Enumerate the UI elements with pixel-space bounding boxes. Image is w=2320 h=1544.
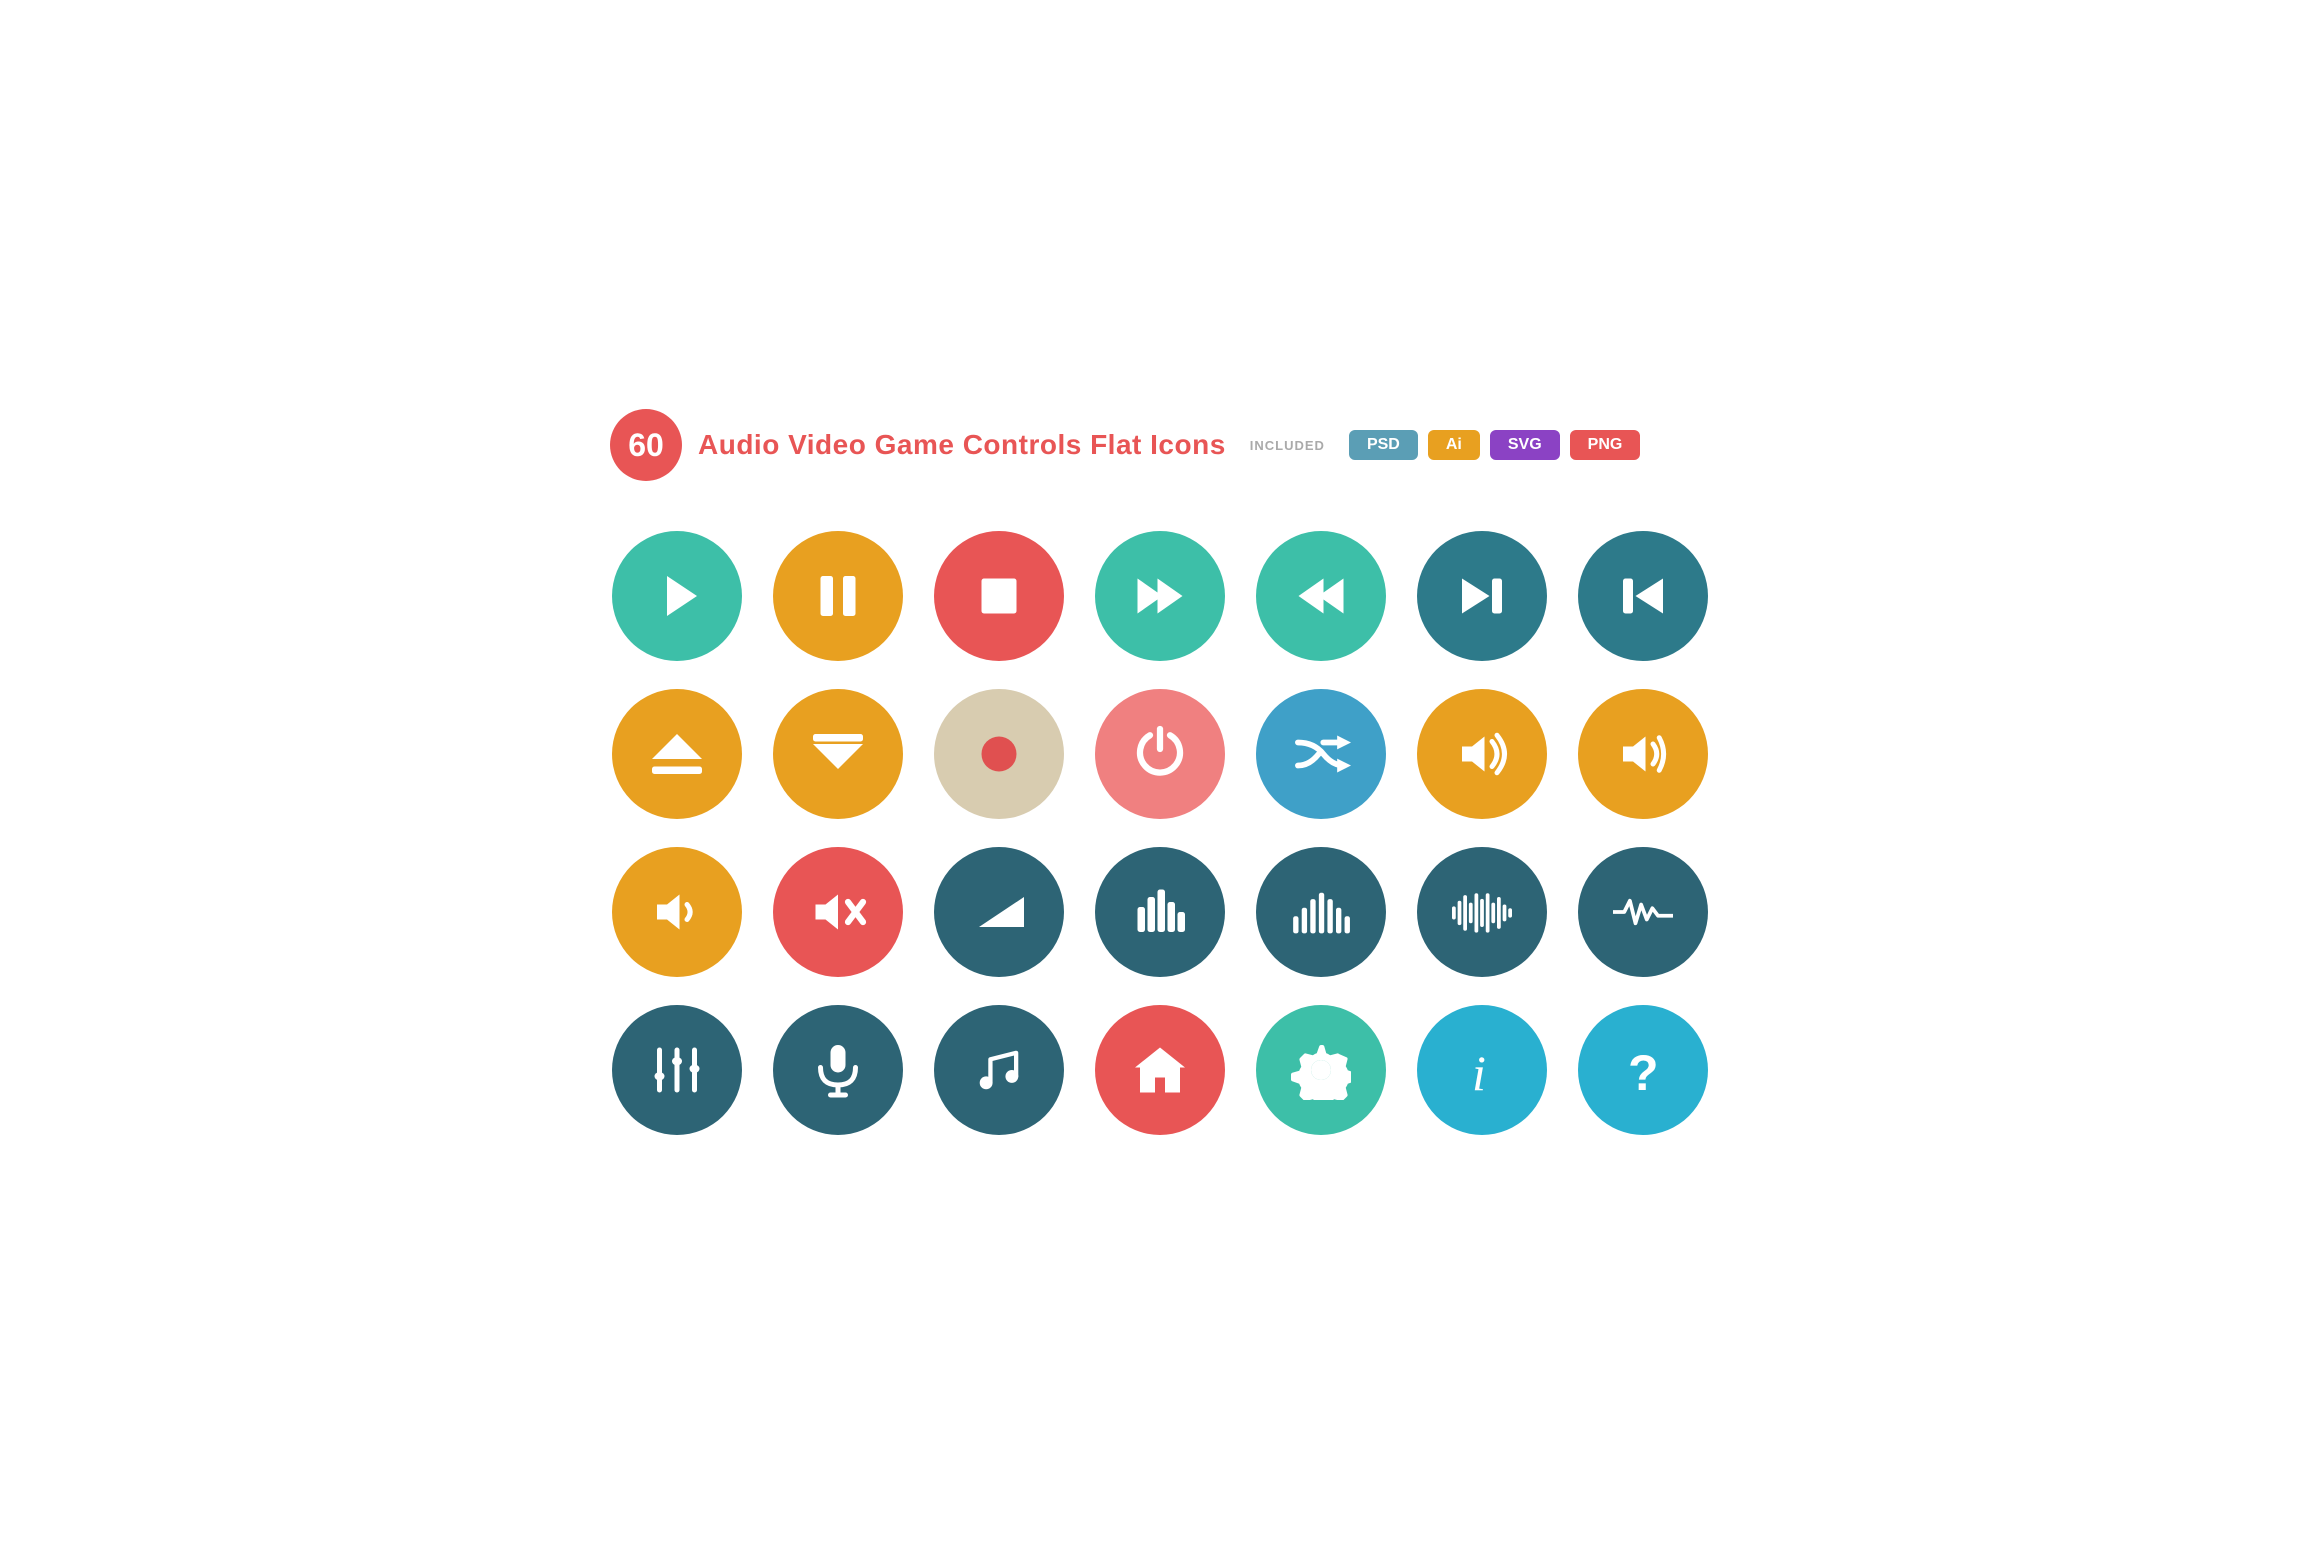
- microphone-icon[interactable]: [773, 1005, 903, 1135]
- format-png: PNG: [1570, 430, 1641, 460]
- download-icon[interactable]: [773, 689, 903, 819]
- info-icon[interactable]: i: [1417, 1005, 1547, 1135]
- format-svg: SVG: [1490, 430, 1560, 460]
- main-container: 60 Audio Video Game Controls Flat Icons …: [610, 409, 1710, 1135]
- number-badge: 60: [610, 409, 682, 481]
- svg-text:?: ?: [1628, 1045, 1659, 1100]
- prev-track-icon[interactable]: [1578, 531, 1708, 661]
- heartbeat-icon[interactable]: [1578, 847, 1708, 977]
- format-psd: PSD: [1349, 430, 1418, 460]
- icon-count: 60: [628, 427, 664, 464]
- volume-ramp-icon[interactable]: [934, 847, 1064, 977]
- power-icon[interactable]: [1095, 689, 1225, 819]
- fast-forward-icon[interactable]: [1095, 531, 1225, 661]
- included-label: INCLUDED: [1250, 438, 1325, 453]
- header: 60 Audio Video Game Controls Flat Icons …: [610, 409, 1710, 481]
- record-icon[interactable]: [934, 689, 1064, 819]
- equalizer-icon[interactable]: [1095, 847, 1225, 977]
- music-note-icon[interactable]: [934, 1005, 1064, 1135]
- volume-low-icon[interactable]: [612, 847, 742, 977]
- volume-med-icon[interactable]: [1578, 689, 1708, 819]
- next-track-icon[interactable]: [1417, 531, 1547, 661]
- home-icon[interactable]: [1095, 1005, 1225, 1135]
- stop-icon[interactable]: [934, 531, 1064, 661]
- volume-mute-icon[interactable]: [773, 847, 903, 977]
- pause-icon[interactable]: [773, 531, 903, 661]
- waveform-icon[interactable]: [1417, 847, 1547, 977]
- icons-grid: i ?: [610, 531, 1710, 1135]
- eject-icon[interactable]: [612, 689, 742, 819]
- volume-high-icon[interactable]: [1417, 689, 1547, 819]
- svg-text:i: i: [1472, 1045, 1486, 1100]
- format-ai: Ai: [1428, 430, 1480, 460]
- soundbars-icon[interactable]: [1256, 847, 1386, 977]
- help-icon[interactable]: ?: [1578, 1005, 1708, 1135]
- play-icon[interactable]: [612, 531, 742, 661]
- page-title: Audio Video Game Controls Flat Icons: [698, 429, 1226, 461]
- rewind-icon[interactable]: [1256, 531, 1386, 661]
- mixer-icon[interactable]: [612, 1005, 742, 1135]
- shuffle-icon[interactable]: [1256, 689, 1386, 819]
- format-badges: PSD Ai SVG PNG: [1349, 430, 1640, 460]
- settings-icon[interactable]: [1256, 1005, 1386, 1135]
